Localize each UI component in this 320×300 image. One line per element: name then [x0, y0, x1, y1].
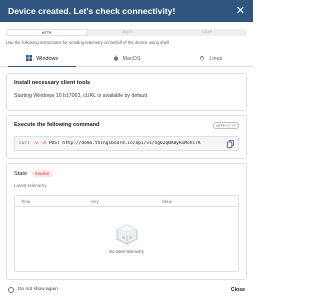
column-value: Value — [161, 198, 173, 204]
windows-icon — [26, 54, 33, 63]
empty-state: No latest telemetry — [15, 220, 238, 254]
command-title: Execute the following command — [14, 122, 100, 128]
empty-box-icon — [113, 220, 141, 246]
dialog-header: Device created. Let's check connectivity… — [0, 0, 253, 22]
http-https-toggle[interactable]: HTTP HTTPS — [213, 122, 239, 129]
copy-icon[interactable] — [227, 139, 234, 148]
install-tools-card: Install necessary client tools Starting … — [6, 73, 247, 111]
toggle-https[interactable]: HTTPS — [226, 124, 236, 128]
close-icon[interactable]: ✕ — [236, 5, 245, 17]
code-rest: POST http://demo.thingsboard.io/api/v1/S… — [48, 141, 201, 146]
protocol-option-coap[interactable]: COAP — [167, 29, 247, 36]
tab-windows[interactable]: Windows — [0, 51, 84, 67]
state-row: State Inactive — [14, 170, 239, 177]
column-key: Key — [91, 198, 99, 204]
toggle-http[interactable]: HTTP — [216, 124, 224, 128]
state-label: State — [14, 170, 28, 177]
state-card: State Inactive Latest telemetry Time Key… — [6, 163, 247, 280]
connectivity-dialog: Device created. Let's check connectivity… — [0, 0, 253, 300]
protocol-option-http[interactable]: HTTP — [6, 29, 88, 36]
code-flag-v: -v — [32, 141, 38, 146]
os-tabs: Windows MacOS Linux — [0, 51, 253, 67]
apple-icon — [113, 54, 119, 63]
dialog-footer: Do not show again Close — [0, 283, 253, 296]
dialog-title: Device created. Let's check connectivity… — [8, 6, 176, 16]
code-flag-x: -X — [40, 141, 47, 146]
linux-icon — [199, 55, 205, 63]
command-code-block: curl -v -X POST http://demo.thingsboard.… — [14, 136, 239, 151]
close-button[interactable]: Close — [231, 287, 245, 293]
tab-windows-label: Windows — [36, 55, 59, 62]
command-card: Execute the following command HTTP HTTPS… — [6, 115, 247, 159]
command-code-text: curl -v -X POST http://demo.thingsboard.… — [19, 141, 225, 146]
column-time: Time — [21, 198, 31, 204]
install-tools-text: Starting Windows 10 b17063, cURL is avai… — [14, 93, 148, 99]
telemetry-table: Time Key Value No latest telemetry — [14, 195, 239, 272]
code-curl: curl — [19, 141, 30, 146]
latest-telemetry-label: Latest telemetry — [14, 183, 47, 188]
do-not-show-checkbox[interactable] — [8, 286, 14, 293]
instructions-hint: Use the following instructions for sendi… — [6, 40, 169, 45]
protocol-option-mqtt[interactable]: MQTT — [88, 29, 168, 36]
status-badge: Inactive — [32, 170, 53, 177]
do-not-show-label[interactable]: Do not show again — [18, 287, 231, 292]
tab-linux[interactable]: Linux — [169, 51, 253, 66]
tab-macos[interactable]: MacOS — [84, 51, 168, 66]
table-header: Time Key Value — [15, 196, 238, 207]
install-tools-title: Install necessary client tools — [14, 80, 91, 86]
tab-linux-label: Linux — [209, 55, 223, 62]
empty-state-text: No latest telemetry — [109, 249, 144, 254]
protocol-toggle: HTTP MQTT COAP — [6, 29, 247, 36]
tab-macos-label: MacOS — [122, 55, 141, 62]
